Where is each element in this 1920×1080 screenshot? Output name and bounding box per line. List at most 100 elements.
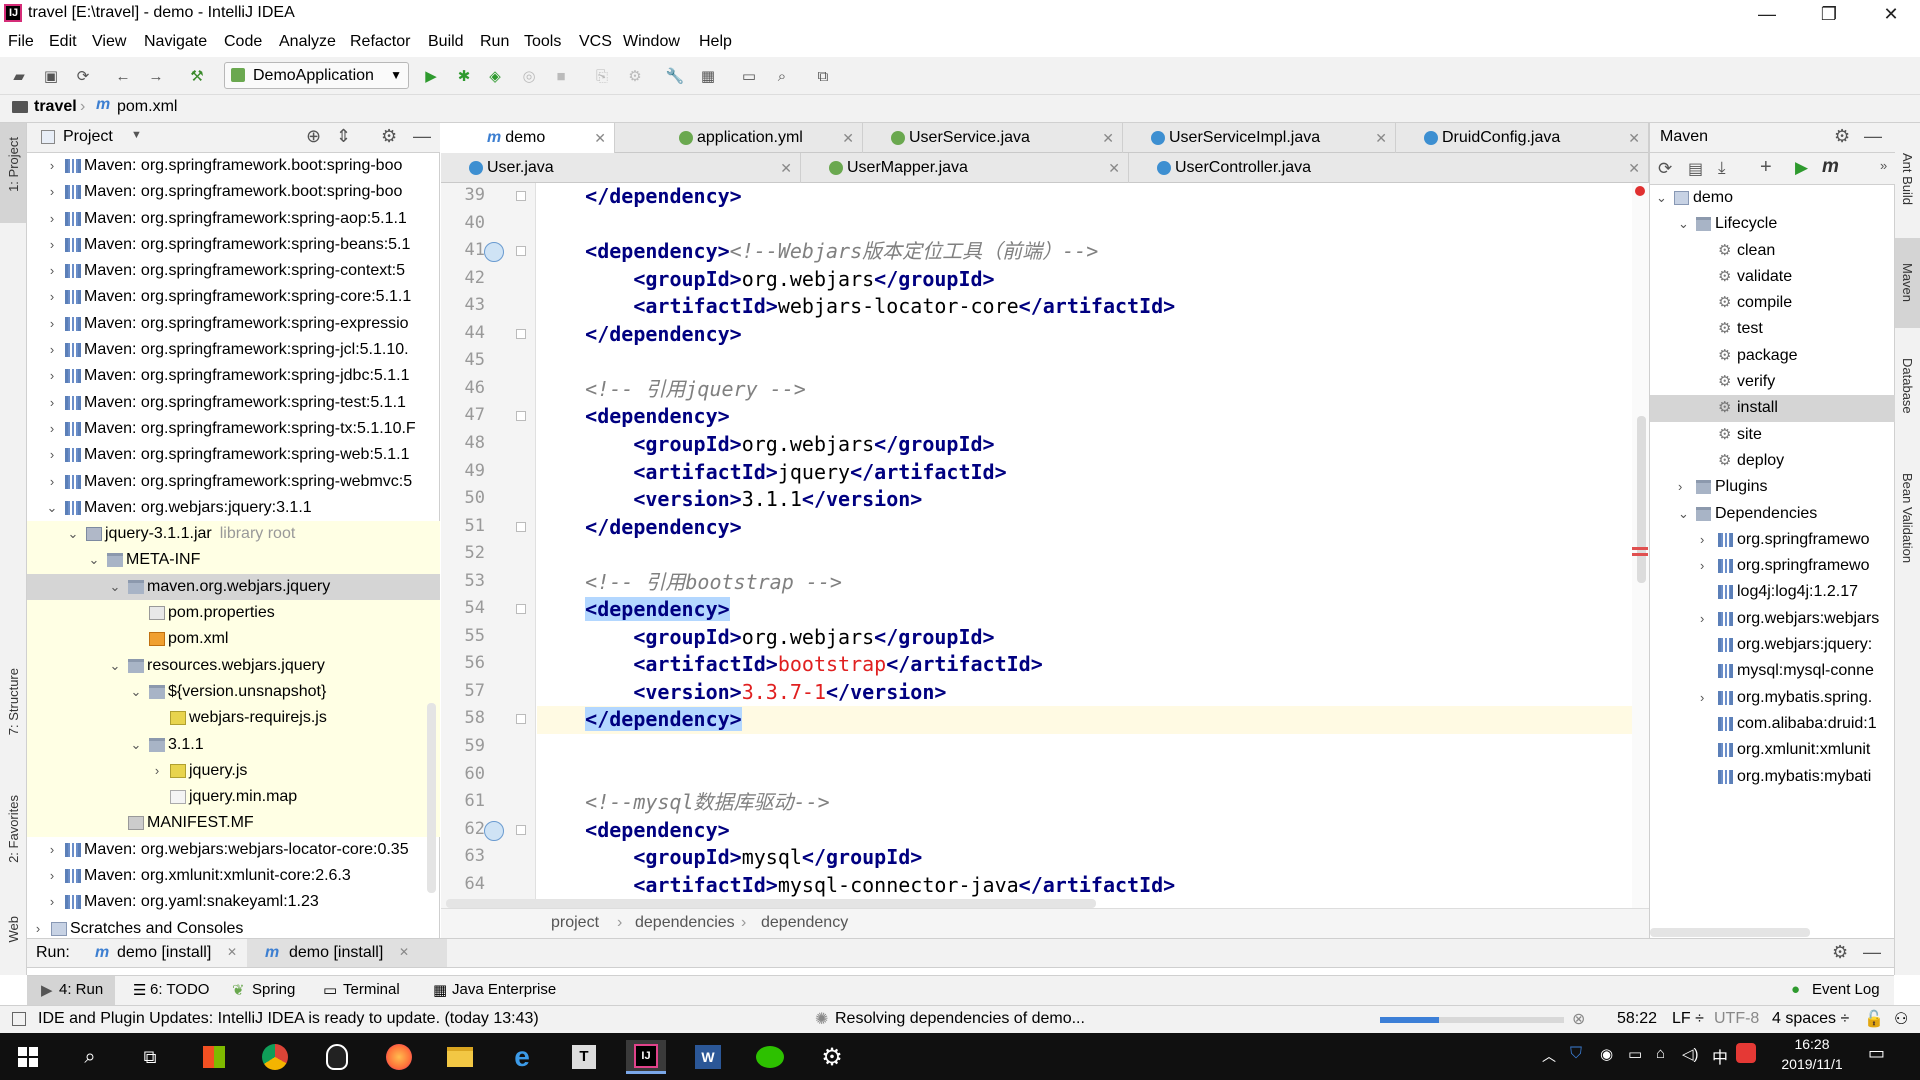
code-line[interactable]: <groupId>org.webjars</groupId> xyxy=(537,624,1632,652)
chevron-right-icon[interactable]: › xyxy=(1700,685,1704,711)
chevron-right-icon[interactable]: › xyxy=(45,442,59,468)
hide-panel-icon[interactable]: — xyxy=(1863,942,1881,963)
chevron-right-icon[interactable]: › xyxy=(45,863,59,889)
run-icon[interactable]: ▶ xyxy=(420,65,442,87)
editor-horizontal-scrollbar[interactable] xyxy=(446,899,1096,908)
close-tab-icon[interactable]: ✕ xyxy=(1628,123,1640,153)
chevron-right-icon[interactable]: › xyxy=(45,311,59,337)
edge-icon[interactable]: e xyxy=(502,1040,542,1074)
project-tree-item[interactable]: ⌄ jquery-3.1.1.jar library root xyxy=(27,521,440,548)
chevron-down-icon[interactable]: ⌄ xyxy=(108,574,122,600)
word-icon[interactable]: W xyxy=(688,1040,728,1074)
generate-sources-icon[interactable]: ▤ xyxy=(1688,159,1703,179)
maven-tool-button[interactable]: Maven xyxy=(1900,263,1915,302)
run-icon[interactable]: ▶ xyxy=(1795,158,1808,178)
terminal-tool-tab[interactable]: Terminal xyxy=(343,981,400,998)
download-icon[interactable]: ⤓ xyxy=(1718,158,1726,178)
project-tool-button[interactable]: 1: Project xyxy=(6,137,21,192)
project-structure-icon[interactable]: ▦ xyxy=(697,65,719,87)
code-line[interactable]: <artifactId>jquery</artifactId> xyxy=(537,459,1632,487)
project-tree-item[interactable]: › Maven: org.yaml:snakeyaml:1.23 xyxy=(27,889,440,915)
chevron-right-icon[interactable]: › xyxy=(45,469,59,495)
run-tool-tab[interactable]: 4: Run xyxy=(59,981,103,998)
chevron-right-icon[interactable]: › xyxy=(45,416,59,442)
menu-analyze[interactable]: Analyze xyxy=(279,33,336,51)
menu-code[interactable]: Code xyxy=(224,33,262,51)
chevron-right-icon[interactable]: › xyxy=(45,889,59,915)
error-stripe-mark[interactable] xyxy=(1632,553,1648,556)
status-message[interactable]: IDE and Plugin Updates: IntelliJ IDEA is… xyxy=(38,1010,539,1028)
chevron-down-icon[interactable]: ⌄ xyxy=(87,547,101,573)
code-line[interactable]: </dependency> xyxy=(537,514,1632,542)
close-tab-icon[interactable]: ✕ xyxy=(780,153,792,183)
fold-marker-icon[interactable] xyxy=(516,824,526,835)
close-tab-icon[interactable]: ✕ xyxy=(1375,123,1387,153)
project-tree-item[interactable]: › Maven: org.springframework:spring-tx:5.… xyxy=(27,416,440,442)
maven-tree-item[interactable]: ⌄ demo xyxy=(1650,185,1895,211)
project-tree-item[interactable]: jquery.min.map xyxy=(27,784,440,811)
spring-tool-tab[interactable]: Spring xyxy=(252,981,295,998)
project-tree-item[interactable]: › Maven: org.springframework:spring-jdbc:… xyxy=(27,363,440,389)
project-tree-item[interactable]: › Maven: org.springframework:spring-webmv… xyxy=(27,469,440,495)
project-tree-item[interactable]: › jquery.js xyxy=(27,757,440,785)
chevron-right-icon[interactable]: › xyxy=(45,390,59,416)
breadcrumb-project[interactable]: travel xyxy=(34,98,77,116)
chevron-right-icon[interactable]: › xyxy=(150,758,164,784)
project-tree-item[interactable]: › Maven: org.springframework:spring-beans… xyxy=(27,232,440,258)
project-panel-title[interactable]: Project xyxy=(63,128,113,146)
project-tree-item[interactable]: › Maven: org.springframework:spring-web:5… xyxy=(27,442,440,468)
qq-icon[interactable] xyxy=(317,1040,357,1074)
intellij-taskbar-icon[interactable]: IJ xyxy=(626,1040,666,1074)
terminal-icon[interactable]: ▭ xyxy=(738,65,760,87)
project-tree-item[interactable]: › Maven: org.springframework:spring-test:… xyxy=(27,390,440,416)
maven-tree-item[interactable]: › org.springframewo xyxy=(1650,527,1895,553)
debug-icon[interactable]: ✱ xyxy=(453,65,475,87)
chevron-right-icon[interactable]: › xyxy=(1700,527,1704,553)
editor-tab[interactable]: UserServiceImpl.java ✕ xyxy=(1123,123,1396,153)
code-line[interactable]: <dependency><!--Webjars版本定位工具（前端）--> xyxy=(537,238,1632,266)
more-icon[interactable]: » xyxy=(1880,158,1887,173)
maven-tree-item[interactable]: org.xmlunit:xmlunit xyxy=(1650,737,1895,763)
maven-tree-item[interactable]: ⚙ test xyxy=(1650,316,1895,342)
tray-qq-icon[interactable]: ◉ xyxy=(1600,1045,1613,1063)
todo-tool-tab[interactable]: 6: TODO xyxy=(150,981,209,998)
chevron-right-icon[interactable]: › xyxy=(45,258,59,284)
code-line[interactable]: <dependency> xyxy=(537,596,1632,624)
sync-icon[interactable]: ⟳ xyxy=(72,65,94,87)
project-scrollbar[interactable] xyxy=(427,703,436,893)
back-icon[interactable]: ← xyxy=(112,65,134,87)
editor-tab[interactable]: m demo ✕ xyxy=(441,123,615,153)
fold-marker-icon[interactable] xyxy=(516,246,526,257)
maven-tree-item[interactable]: ⚙ clean xyxy=(1650,238,1895,264)
code-line[interactable]: </dependency> xyxy=(537,706,1632,734)
menu-navigate[interactable]: Navigate xyxy=(144,33,207,51)
dependency-update-icon[interactable] xyxy=(484,820,504,841)
maven-tree-item[interactable]: ⌄ Dependencies xyxy=(1650,501,1895,527)
menu-tools[interactable]: Tools xyxy=(524,33,561,51)
settings-gear-icon[interactable]: ⚙ xyxy=(812,1040,852,1074)
code-line[interactable]: <artifactId>mysql-connector-java</artifa… xyxy=(537,872,1632,900)
attach-icon[interactable]: ⎘ xyxy=(591,65,613,87)
dependency-update-icon[interactable] xyxy=(484,242,504,263)
maven-tree-item[interactable]: ⚙ verify xyxy=(1650,369,1895,395)
code-line[interactable]: <artifactId>bootstrap</artifactId> xyxy=(537,651,1632,679)
maven-tree-item[interactable]: org.mybatis:mybati xyxy=(1650,764,1895,790)
error-indicator-icon[interactable] xyxy=(1635,186,1645,196)
maven-tree-item[interactable]: ⚙ compile xyxy=(1650,290,1895,316)
maven-tree-item[interactable]: com.alibaba:druid:1 xyxy=(1650,711,1895,737)
code-line[interactable]: <!-- 引用jquery --> xyxy=(537,376,1632,404)
chevron-down-icon[interactable]: ▼ xyxy=(131,129,142,141)
close-tab-icon[interactable]: ✕ xyxy=(1628,153,1640,183)
chevron-down-icon[interactable]: ⌄ xyxy=(1678,501,1689,527)
hide-panel-icon[interactable]: — xyxy=(413,126,431,147)
clock-date[interactable]: 2019/11/1 xyxy=(1772,1056,1852,1072)
chevron-down-icon[interactable]: ⌄ xyxy=(45,495,59,521)
tray-network-icon[interactable]: ⌂ xyxy=(1656,1045,1665,1062)
maven-execute-icon[interactable]: m xyxy=(1822,156,1839,178)
project-tree-item[interactable]: › Maven: org.webjars:webjars-locator-core… xyxy=(27,837,440,863)
breadcrumb-file[interactable]: pom.xml xyxy=(117,98,177,116)
store-icon[interactable] xyxy=(194,1040,234,1074)
vcs-icon[interactable]: ⚙ xyxy=(624,65,646,87)
maven-horizontal-scrollbar[interactable] xyxy=(1650,928,1810,937)
bean-validation-tool-button[interactable]: Bean Validation xyxy=(1900,473,1915,563)
